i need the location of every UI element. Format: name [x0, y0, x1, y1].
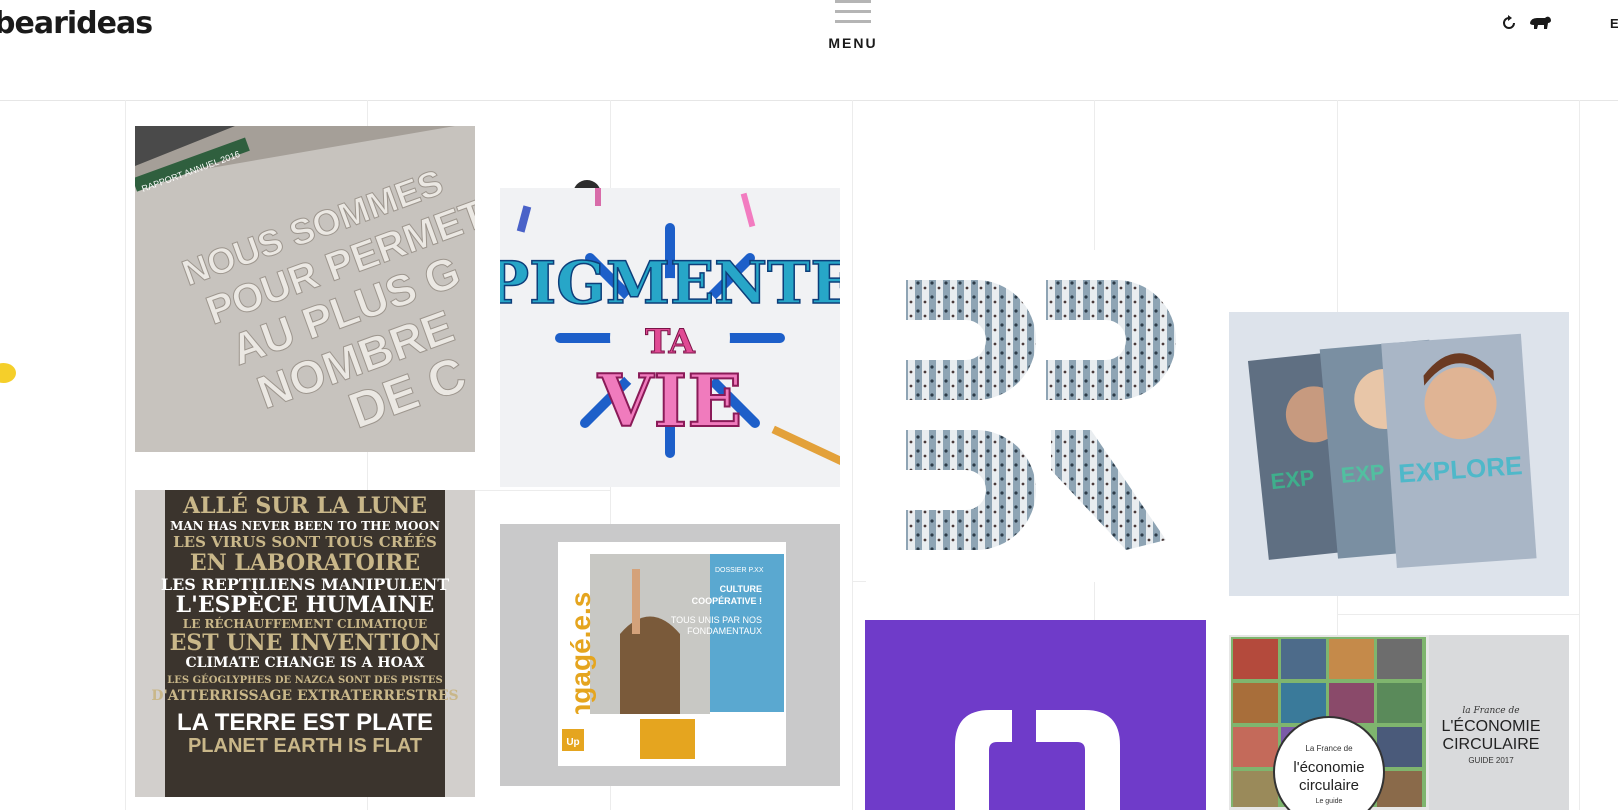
magazine-headline: FONDAMENTAUX: [687, 626, 762, 636]
poster-line: EN LABORATOIRE: [190, 550, 420, 576]
grid-line: [125, 100, 126, 810]
portfolio-tile-purple-logo[interactable]: [865, 620, 1206, 810]
poster-line: EST UNE INVENTION: [170, 630, 441, 656]
poster-line: LA TERRE EST PLATE: [177, 709, 433, 736]
tile-line: VIE: [597, 358, 742, 443]
portfolio-tile-economie-circulaire[interactable]: La France de l'économie circulaire Le gu…: [1229, 635, 1569, 810]
cover-title: EXP: [1340, 459, 1386, 488]
decorative-dot: [0, 363, 16, 383]
portfolio-tile-crosswalk-letters[interactable]: [866, 250, 1206, 582]
cover-text: la France de: [1462, 706, 1519, 716]
magazine-dossier: DOSSIER P.XX: [715, 567, 764, 574]
poster-line: L'ESPÈCE HUMAINE: [176, 591, 435, 618]
seal-text: circulaire: [1299, 777, 1359, 794]
site-logo[interactable]: bearideas: [0, 6, 153, 41]
seal-text: Le guide: [1316, 798, 1343, 805]
hamburger-icon-bar: [835, 20, 871, 23]
cover-text: GUIDE 2017: [1468, 756, 1514, 765]
hamburger-icon-bar: [835, 10, 871, 13]
grid-line: [1337, 614, 1579, 615]
portfolio-tile-rapport-annuel[interactable]: RAPPORT ANNUEL 2016 NOUS SOMMES POUR PER…: [135, 126, 475, 452]
poster-line: PLANET EARTH IS FLAT: [188, 735, 422, 757]
magazine-headline: CULTURE: [720, 584, 762, 594]
poster-line: D'ATTERRISSAGE EXTRATERRESTRES: [151, 688, 458, 704]
portfolio-tile-conspiracy-poster[interactable]: ALLÉ SUR LA LUNE MAN HAS NEVER BEEN TO T…: [135, 490, 475, 797]
poster-line: LE RÉCHAUFFEMENT CLIMATIQUE: [183, 616, 427, 631]
tile-line: PIGMENTE: [500, 249, 840, 317]
tile-line: TA: [645, 322, 695, 362]
grid-line: [1579, 100, 1580, 810]
cover-title: EXP: [1269, 465, 1315, 494]
poster-line: LES VIRUS SONT TOUS CRÉÉS: [173, 533, 437, 551]
portfolio-tile-pigmente[interactable]: PIGMENTE TA VIE: [500, 188, 840, 487]
cover-text: CIRCULAIRE: [1443, 736, 1540, 753]
seal-text: La France de: [1305, 744, 1353, 753]
poster-line: ALLÉ SUR LA LUNE: [182, 492, 427, 519]
magazine-headline: COOPÉRATIVE !: [692, 596, 762, 606]
seal-text: l'économie: [1293, 759, 1364, 776]
hamburger-icon: [835, 0, 871, 3]
portfolio-tile-engages-magazine[interactable]: engagé.e.s DOSSIER P.XX CULTURE COOPÉRAT…: [500, 524, 840, 786]
bear-icon[interactable]: [1528, 14, 1552, 36]
language-switch[interactable]: E: [1610, 16, 1618, 31]
menu-label: MENU: [828, 35, 878, 51]
menu-button[interactable]: MENU: [825, 0, 881, 52]
cover-text: L'ÉCONOMIE: [1441, 716, 1540, 735]
grid-line: [852, 100, 853, 810]
site-header: bearideas MENU E: [0, 0, 1618, 101]
portfolio-tile-explore-magazines[interactable]: EXP EXP EXPLORE: [1229, 312, 1569, 596]
magazine-logo: Up: [566, 737, 579, 748]
poster-line: LES GÉOGLYPHES DE NAZCA SONT DES PISTES: [167, 674, 442, 686]
poster-line: MAN HAS NEVER BEEN TO THE MOON: [170, 519, 440, 533]
poster-line: CLIMATE CHANGE IS A HOAX: [185, 655, 424, 671]
refresh-icon[interactable]: [1500, 14, 1518, 36]
magazine-headline: TOUS UNIS PAR NOS: [671, 615, 762, 625]
